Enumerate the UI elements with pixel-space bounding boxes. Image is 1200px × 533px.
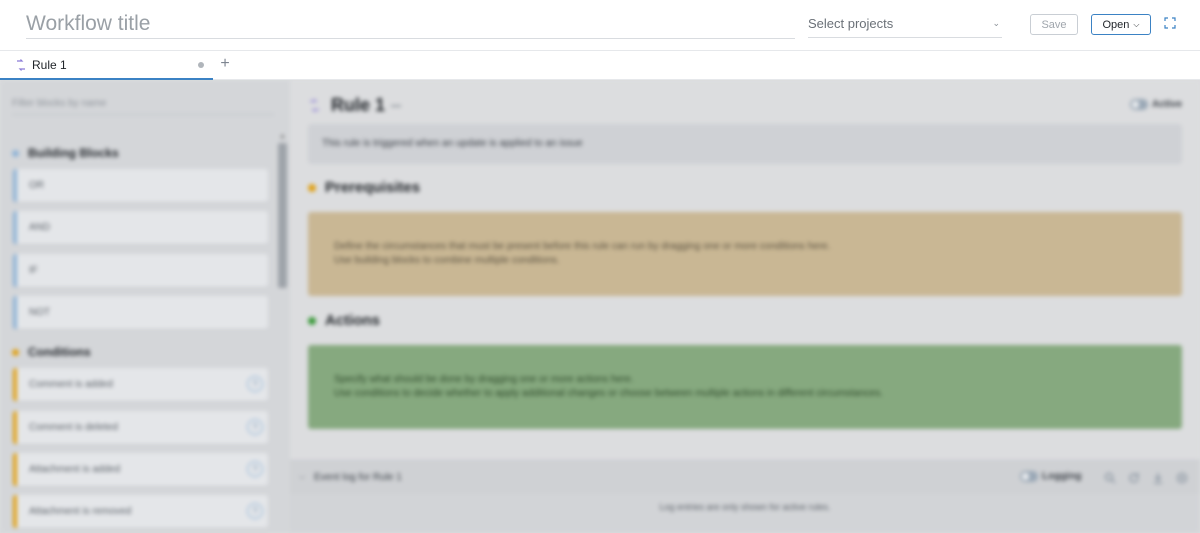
block-if[interactable]: IF [13,254,268,287]
actions-heading: Actions [308,312,380,329]
active-label: Active [1151,99,1182,110]
event-log-message: Log entries are only shown for active ru… [659,502,831,512]
block-not[interactable]: NOT [13,296,268,329]
rule-editor: Rule 1 Active This rule is triggered whe… [290,80,1200,533]
project-select-placeholder: Select projects [808,16,894,31]
rule-icon [310,99,319,112]
save-button[interactable]: Save [1030,14,1078,35]
open-button-label: Open [1102,18,1130,31]
prerequisites-title: Prerequisites [325,179,421,196]
settings-icon[interactable] [1176,472,1188,484]
tab-rule-1[interactable]: Rule 1 [0,51,213,80]
blocks-sidebar: Filter blocks by name ▲ Building Blocks … [0,80,290,533]
sidebar-scrollbar[interactable] [278,143,287,288]
bullet-icon [12,348,19,356]
chevron-down-icon[interactable]: ⌵ [299,472,305,482]
help-icon[interactable]: ? [247,376,263,392]
actions-hint-2: Use conditions to decide whether to appl… [334,388,884,399]
refresh-icon[interactable] [1128,472,1140,484]
block-label: OR [29,180,44,191]
event-log-bar[interactable]: ⌵ Event log for Rule 1 Logging [290,460,1200,494]
trigger-text: This rule is triggered when an update is… [322,138,583,149]
logging-label: Logging [1042,471,1082,482]
block-label: Attachment is removed [29,506,132,517]
bullet-icon [308,183,316,192]
download-icon[interactable] [1152,472,1164,484]
block-label: AND [29,222,51,233]
prerequisites-dropzone[interactable]: Define the circumstances that must be pr… [308,212,1182,296]
chevron-down-icon: ⌄ [992,18,1000,28]
section-conditions: Conditions [12,345,91,359]
tab-bar: Rule 1 + [0,51,1200,80]
chevron-down-icon: ⌵ [1133,19,1140,29]
unsaved-dot [198,62,204,68]
prerequisites-hint-2: Use building blocks to combine multiple … [334,255,560,266]
editor-body: Filter blocks by name ▲ Building Blocks … [0,80,1200,533]
workflow-header: Select projects ⌄ Save Open ⌵ [0,0,1200,51]
bullet-icon [308,316,316,325]
condition-comment-added[interactable]: Comment is added ? [13,368,268,401]
save-button-label: Save [1041,18,1067,31]
bullet-icon [12,149,19,157]
search-icon[interactable] [1104,472,1116,484]
add-tab-button[interactable]: + [218,55,232,73]
rule-icon [17,58,25,71]
active-toggle[interactable]: Active [1129,99,1182,110]
block-label: IF [29,265,38,276]
help-icon[interactable]: ? [247,461,263,477]
logging-toggle[interactable]: Logging [1020,471,1081,482]
fullscreen-icon[interactable] [1164,17,1176,29]
event-log-title: Event log for Rule 1 [314,472,402,483]
edit-icon[interactable] [391,104,402,107]
actions-hint-1: Specify what should be done by dragging … [334,374,634,385]
section-building-blocks: Building Blocks [12,146,119,160]
prerequisites-hint-1: Define the circumstances that must be pr… [334,241,831,252]
event-log-panel: ⌵ Event log for Rule 1 Logging Log entri… [290,460,1200,533]
help-icon[interactable]: ? [247,419,263,435]
open-button[interactable]: Open ⌵ [1091,14,1151,35]
filter-blocks-input[interactable]: Filter blocks by name [12,98,274,115]
tab-label: Rule 1 [32,57,67,72]
scroll-up-arrow[interactable]: ▲ [279,133,286,140]
block-label: Attachment is added [29,464,121,475]
actions-title: Actions [325,312,381,329]
project-select[interactable]: Select projects ⌄ [808,10,1002,38]
condition-attachment-added[interactable]: Attachment is added ? [13,453,268,486]
rule-header: Rule 1 [308,95,402,116]
block-and[interactable]: AND [13,211,268,244]
trigger-description: This rule is triggered when an update is… [308,124,1182,164]
block-or[interactable]: OR [13,169,268,202]
toggle-switch[interactable] [1129,99,1148,110]
block-label: Comment is added [29,379,113,390]
block-label: Comment is deleted [29,422,118,433]
prerequisites-heading: Prerequisites [308,179,420,196]
rule-title[interactable]: Rule 1 [331,95,385,116]
toggle-switch[interactable] [1020,471,1038,482]
condition-comment-deleted[interactable]: Comment is deleted ? [13,411,268,444]
condition-attachment-removed[interactable]: Attachment is removed ? [13,495,268,528]
actions-dropzone[interactable]: Specify what should be done by dragging … [308,345,1182,429]
workflow-title-input[interactable] [26,9,795,39]
help-icon[interactable]: ? [247,503,263,519]
section-title: Conditions [28,345,91,359]
block-label: NOT [29,307,51,318]
section-title: Building Blocks [28,146,119,160]
